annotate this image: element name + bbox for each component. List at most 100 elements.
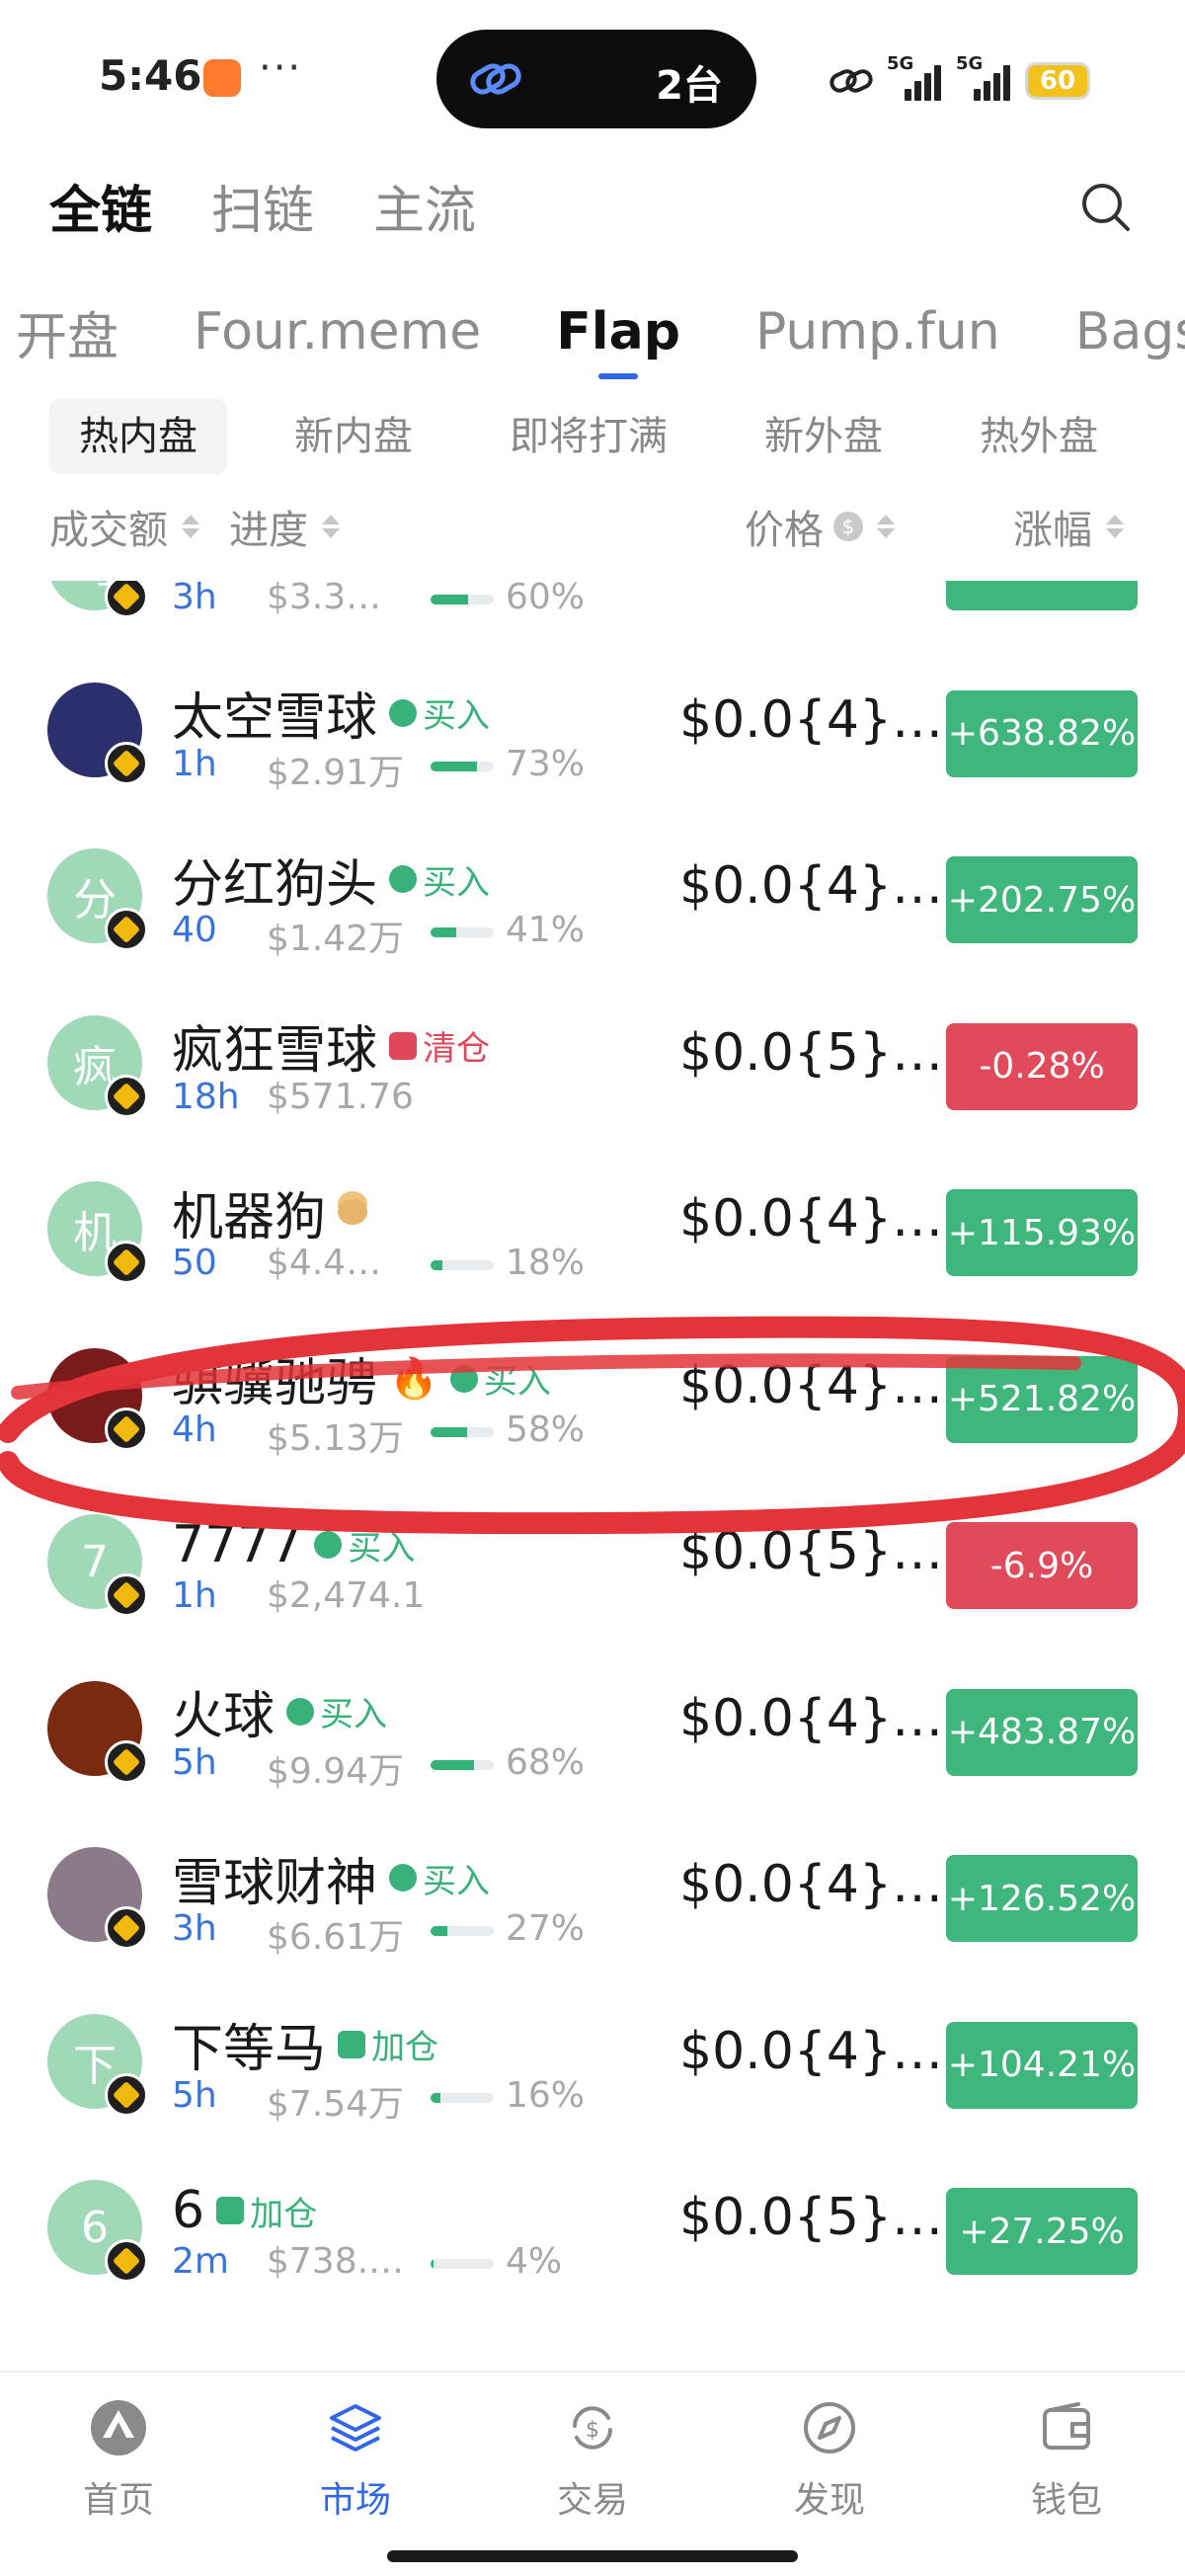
sort-volume[interactable]: 成交额	[49, 498, 199, 555]
token-list[interactable]: 马马踏雪球买入3h$3.3…60%$0.0{4}…+553.73%太空雪球买入1…	[0, 581, 1185, 2371]
fire-icon: 🔥	[389, 1356, 438, 1402]
sort-price[interactable]: 价格 $	[745, 498, 895, 555]
nav-mainstream[interactable]: 主流	[373, 169, 476, 243]
progress-bar	[431, 2259, 494, 2269]
chip-nearly-full[interactable]: 即将打满	[480, 399, 697, 474]
token-row[interactable]: 7 7777 买入 1h $2,474.1 $0.0{5}… -6.9%	[0, 1485, 1185, 1651]
bnb-chain-icon	[105, 1407, 148, 1451]
price-change-badge: +202.75%	[946, 856, 1138, 943]
token-price: $0.0{4}…	[679, 689, 944, 750]
chip-new-inner[interactable]: 新内盘	[265, 399, 442, 474]
price-change-badge: +553.73%	[946, 581, 1138, 610]
bnb-chain-icon	[105, 1573, 148, 1617]
token-age: 18h	[172, 1076, 240, 1117]
trader-icon	[338, 2030, 366, 2058]
money-bag-icon	[389, 1864, 418, 1892]
bottom-nav-wallet[interactable]: 钱包	[988, 2396, 1146, 2523]
progress-bar	[431, 1759, 494, 1770]
token-age: 4h	[172, 1409, 217, 1450]
signal-icon-1: 5G	[887, 53, 942, 101]
tab-four-meme[interactable]: Four.meme	[194, 302, 481, 362]
sort-change[interactable]: 涨幅	[1013, 498, 1124, 555]
token-name: 机器狗	[172, 1187, 327, 1248]
bottom-nav: 首页 市场 $ 交易 发现 钱包	[0, 2371, 1185, 2576]
token-row[interactable]: 雪球财神 买入 3h $6.61万 27% $0.0{4}… +126.52%	[0, 1817, 1185, 1984]
token-avatar: 分	[47, 848, 148, 951]
token-volume: $738.…	[267, 2241, 405, 2282]
wallet-icon	[1043, 2402, 1090, 2450]
token-price: $0.0{5}…	[679, 1522, 944, 1581]
app-notification-icon	[203, 59, 241, 97]
trade-icon: $	[573, 2406, 612, 2450]
bottom-nav-market[interactable]: 市场	[276, 2396, 434, 2523]
token-row[interactable]: 6 6 加仓 2m $738.… 4% $0.0{5}… +27.25%	[0, 2150, 1185, 2317]
link-icon	[470, 63, 521, 95]
home-indicator[interactable]	[387, 2550, 798, 2562]
nav-scan-chain[interactable]: 扫链	[211, 169, 314, 243]
search-icon[interactable]	[1076, 178, 1136, 237]
token-volume: $571.76	[267, 1076, 414, 1117]
token-row[interactable]: 太空雪球 买入 1h $2.91万 73% $0.0{4}… +638.82%	[0, 653, 1185, 820]
token-price: $0.0{4}…	[679, 2021, 944, 2081]
token-row[interactable]: 骐骥驰骋 🔥 买入 4h $5.13万 58% $0.0{4}… +521.82%	[0, 1319, 1185, 1486]
progress-bar	[431, 1260, 494, 1270]
token-row[interactable]: 疯疯狂雪球 清仓 18h $571.76 $0.0{5}… -0.28%	[0, 986, 1185, 1153]
sort-icon	[322, 515, 340, 538]
sort-icon	[877, 515, 895, 538]
tab-bags[interactable]: Bags	[1075, 302, 1185, 362]
token-name: 太空雪球	[172, 688, 378, 748]
progress-percent: 58%	[506, 1409, 586, 1450]
tab-pump-fun[interactable]: Pump.fun	[755, 302, 1000, 362]
bottom-nav-home[interactable]: 首页	[40, 2396, 198, 2523]
tab-open[interactable]: 开盘	[16, 295, 118, 369]
token-volume: $7.54万	[267, 2083, 405, 2125]
token-volume: $5.13万	[267, 1417, 405, 1459]
progress-bar	[431, 595, 494, 604]
chain-nav: 全链 扫链 主流	[49, 166, 476, 245]
token-row[interactable]: 火球 买入 5h $9.94万 68% $0.0{4}… +483.87%	[0, 1651, 1185, 1818]
progress-bar	[431, 1926, 494, 1936]
nav-all-chains[interactable]: 全链	[49, 169, 152, 243]
token-volume: $2,474.1	[267, 1575, 426, 1616]
token-price: $0.0{5}…	[679, 2188, 944, 2247]
token-row[interactable]: 下下等马 加仓 5h $7.54万 16% $0.0{4}… +104.21%	[0, 1984, 1185, 2151]
token-price: $0.0{4}…	[679, 856, 944, 916]
token-row[interactable]: 分分红狗头 买入 40 $1.42万 41% $0.0{4}… +202.75%	[0, 819, 1185, 986]
chip-new-outer[interactable]: 新外盘	[735, 399, 912, 474]
token-avatar: 下	[47, 2013, 148, 2117]
token-price: $0.0{4}…	[679, 1189, 944, 1248]
bottom-nav-trade[interactable]: $ 交易	[514, 2396, 672, 2523]
token-row[interactable]: 马马踏雪球买入3h$3.3…60%$0.0{4}…+553.73%	[0, 581, 1185, 653]
token-name: 分红狗头	[172, 854, 378, 915]
progress-bar	[431, 761, 494, 771]
chip-hot-outer[interactable]: 热外盘	[950, 399, 1128, 474]
chip-hot-inner[interactable]: 热内盘	[49, 399, 227, 474]
token-price: $0.0{4}…	[679, 1688, 944, 1748]
token-row[interactable]: 机机器狗 50 $4.4… 18% $0.0{4}… +115.93%	[0, 1152, 1185, 1319]
progress-bar	[431, 1426, 494, 1437]
token-avatar	[47, 1680, 148, 1784]
action-tag: 加仓	[338, 2020, 438, 2068]
dynamic-island[interactable]: 2台	[436, 30, 756, 128]
token-age: 3h	[172, 581, 217, 617]
action-tag: 买入	[389, 1854, 490, 1902]
token-name: 骐骥驰骋	[172, 1354, 378, 1413]
token-age: 50	[172, 1243, 217, 1283]
action-tag: 买入	[389, 688, 490, 737]
home-icon	[91, 2400, 146, 2455]
token-name: 疯狂雪球	[172, 1021, 378, 1081]
token-avatar: 疯	[47, 1014, 148, 1118]
token-age: 1h	[172, 743, 217, 784]
token-age: 3h	[172, 1908, 217, 1949]
tab-flap[interactable]: Flap	[556, 302, 680, 379]
money-bag-icon	[449, 1364, 478, 1393]
bnb-chain-icon	[105, 2239, 148, 2283]
status-bar: 5:46 ··· 2台 5G 5G 60	[0, 0, 1185, 158]
token-volume: $4.4…	[267, 1243, 382, 1283]
bottom-nav-discover[interactable]: 发现	[750, 2396, 908, 2523]
token-name: 雪球财神	[172, 1853, 378, 1913]
token-age: 2m	[172, 2241, 229, 2282]
sort-progress[interactable]: 进度	[229, 498, 340, 555]
money-bag-icon	[389, 698, 418, 727]
token-price: $0.0{5}…	[679, 1022, 944, 1083]
